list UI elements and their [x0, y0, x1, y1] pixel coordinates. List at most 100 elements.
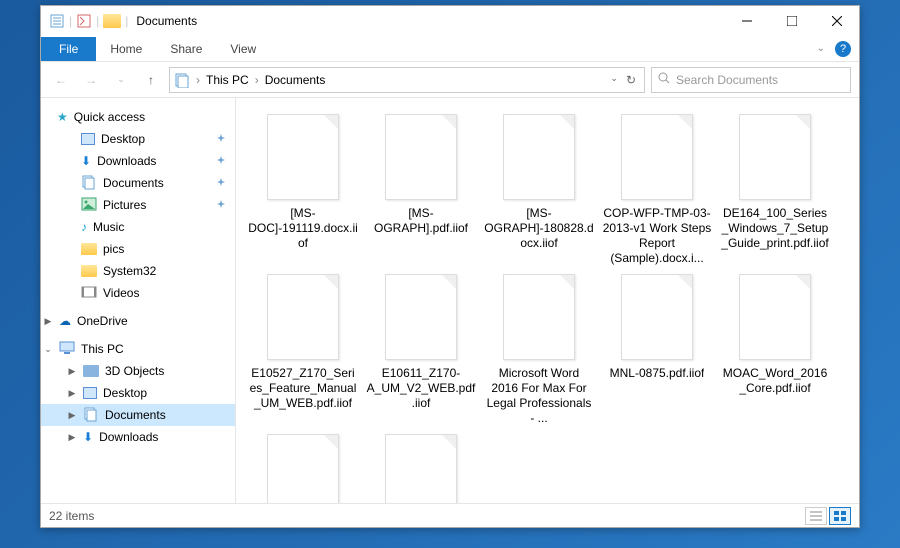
nav-item-label: pics: [103, 242, 124, 256]
nav-item-label: Music: [93, 220, 124, 234]
nav-item-label: Desktop: [101, 132, 145, 146]
file-thumbnail: [503, 114, 575, 200]
file-tab[interactable]: File: [41, 37, 96, 61]
file-label: MNL-0875.pdf.iiof: [610, 366, 705, 381]
documents-icon: [174, 72, 190, 88]
file-label: E10527_Z170_Series_Feature_Manual_UM_WEB…: [248, 366, 358, 411]
pin-icon: [217, 134, 225, 144]
nav-item-pictures[interactable]: Pictures: [41, 194, 235, 216]
breadcrumb-current[interactable]: Documents: [265, 73, 326, 87]
onedrive-section[interactable]: ▶ ☁ OneDrive: [41, 310, 235, 332]
up-button[interactable]: ↑: [139, 68, 163, 92]
chevron-right-icon[interactable]: ▶: [43, 316, 53, 327]
file-item[interactable]: [MS-OGRAPH]-180828.docx.iiof: [480, 110, 598, 270]
chevron-right-icon[interactable]: ▶: [67, 366, 77, 377]
file-thumbnail: [621, 114, 693, 200]
chevron-right-icon[interactable]: ▶: [67, 410, 77, 421]
document-icon: [81, 174, 97, 193]
nav-item-desktop[interactable]: ▶ Desktop: [41, 382, 235, 404]
close-button[interactable]: [814, 6, 859, 36]
file-item[interactable]: MNL-0875.pdf.iiof: [598, 270, 716, 430]
file-label: [MS-OGRAPH]-180828.docx.iiof: [484, 206, 594, 251]
file-item[interactable]: DE164_100_Series_Windows_7_Setup_Guide_p…: [716, 110, 834, 270]
nav-item-videos[interactable]: Videos: [41, 282, 235, 304]
nav-item-pics[interactable]: pics: [41, 238, 235, 260]
minimize-button[interactable]: [724, 6, 769, 36]
new-folder-icon[interactable]: [76, 13, 92, 29]
quick-access-section[interactable]: ★ Quick access: [41, 106, 235, 128]
titlebar: | | | Documents: [41, 6, 859, 36]
recent-locations-button[interactable]: ⌄: [109, 68, 133, 92]
monitor-icon: [83, 387, 97, 399]
file-label: [MS-OGRAPH].pdf.iiof: [366, 206, 476, 236]
file-item[interactable]: COP-WFP-TMP-03-2013-v1 Work Steps Report…: [598, 110, 716, 270]
addressbar-row: ← → ⌄ ↑ This PC Documents ⌄ ↻ Search Doc…: [41, 62, 859, 98]
nav-item-label: Downloads: [99, 430, 158, 444]
nav-item-documents[interactable]: Documents: [41, 172, 235, 194]
file-item[interactable]: [244, 430, 362, 503]
view-tab[interactable]: View: [216, 37, 270, 61]
explorer-window: | | | Documents File Home Share View: [40, 5, 860, 528]
folder-icon: [81, 243, 97, 255]
pin-icon: [217, 200, 225, 210]
file-item[interactable]: E10527_Z170_Series_Feature_Manual_UM_WEB…: [244, 270, 362, 430]
dropdown-icon[interactable]: ⌄: [610, 73, 618, 87]
nav-item-downloads[interactable]: ▶ ⬇ Downloads: [41, 426, 235, 448]
content-area: ★ Quick access Desktop⬇DownloadsDocument…: [41, 98, 859, 503]
video-icon: [81, 286, 97, 301]
nav-item-documents[interactable]: ▶ Documents: [41, 404, 235, 426]
quick-access-toolbar: | | |: [49, 13, 128, 29]
file-item[interactable]: [MS-OGRAPH].pdf.iiof: [362, 110, 480, 270]
folder-icon: [83, 365, 99, 377]
addressbar[interactable]: This PC Documents ⌄ ↻: [169, 67, 645, 93]
nav-item-3d-objects[interactable]: ▶3D Objects: [41, 360, 235, 382]
refresh-icon[interactable]: ↻: [626, 73, 636, 87]
folder-icon: [81, 265, 97, 277]
file-item[interactable]: E10611_Z170-A_UM_V2_WEB.pdf.iiof: [362, 270, 480, 430]
search-placeholder: Search Documents: [676, 73, 778, 87]
nav-item-downloads[interactable]: ⬇Downloads: [41, 150, 235, 172]
quick-access-label: Quick access: [74, 110, 145, 124]
file-label: COP-WFP-TMP-03-2013-v1 Work Steps Report…: [602, 206, 712, 266]
navigation-pane: ★ Quick access Desktop⬇DownloadsDocument…: [41, 98, 236, 503]
nav-item-label: Desktop: [103, 386, 147, 400]
pin-icon: [217, 178, 225, 188]
chevron-right-icon[interactable]: ▶: [67, 432, 77, 443]
file-label: DE164_100_Series_Windows_7_Setup_Guide_p…: [720, 206, 830, 251]
chevron-down-icon[interactable]: ⌄: [43, 344, 53, 355]
home-tab[interactable]: Home: [96, 37, 156, 61]
forward-button[interactable]: →: [79, 68, 103, 92]
maximize-button[interactable]: [769, 6, 814, 36]
nav-item-music[interactable]: ♪Music: [41, 216, 235, 238]
nav-item-label: Downloads: [97, 154, 156, 168]
ribbon-expand-icon[interactable]: ⌄: [817, 43, 825, 54]
properties-icon[interactable]: [49, 13, 65, 29]
file-thumbnail: [739, 274, 811, 360]
nav-item-label: Documents: [105, 408, 166, 422]
icons-view-button[interactable]: [829, 507, 851, 525]
window-controls: [724, 6, 859, 36]
breadcrumb-root[interactable]: This PC: [206, 73, 249, 87]
details-view-button[interactable]: [805, 507, 827, 525]
file-thumbnail: [503, 274, 575, 360]
file-thumbnail: [739, 114, 811, 200]
search-input[interactable]: Search Documents: [651, 67, 851, 93]
file-item[interactable]: Microsoft Word 2016 For Max For Legal Pr…: [480, 270, 598, 430]
nav-item-desktop[interactable]: Desktop: [41, 128, 235, 150]
file-label: Microsoft Word 2016 For Max For Legal Pr…: [484, 366, 594, 426]
download-icon: ⬇: [83, 430, 93, 444]
file-list[interactable]: [MS-DOC]-191119.docx.iiof[MS-OGRAPH].pdf…: [236, 98, 859, 503]
this-pc-section[interactable]: ⌄ This PC: [41, 338, 235, 360]
ribbon-tabs: File Home Share View ⌄ ?: [41, 36, 859, 62]
help-icon[interactable]: ?: [835, 41, 851, 57]
share-tab[interactable]: Share: [156, 37, 216, 61]
back-button[interactable]: ←: [49, 68, 73, 92]
file-item[interactable]: [MS-DOC]-191119.docx.iiof: [244, 110, 362, 270]
nav-item-system32[interactable]: System32: [41, 260, 235, 282]
file-item[interactable]: [362, 430, 480, 503]
file-thumbnail: [385, 114, 457, 200]
search-icon: [658, 72, 670, 87]
chevron-right-icon[interactable]: ▶: [67, 388, 77, 399]
file-item[interactable]: MOAC_Word_2016_Core.pdf.iiof: [716, 270, 834, 430]
this-pc-label: This PC: [81, 342, 124, 356]
